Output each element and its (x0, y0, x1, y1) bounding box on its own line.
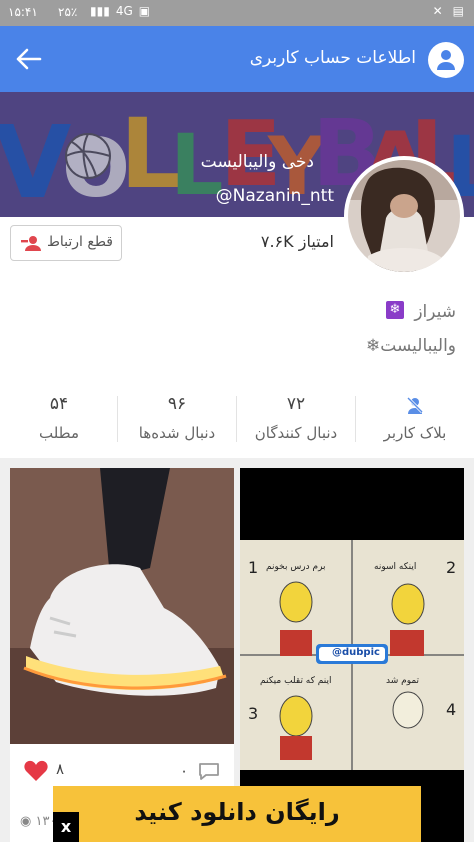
divider (236, 396, 237, 442)
score-label: امتیاز ۷.۶K (260, 232, 334, 251)
view-count-row: ◉ ۱۳۰ (20, 814, 56, 829)
heart-icon[interactable] (24, 760, 48, 786)
post-image-sneakers[interactable] (10, 468, 234, 744)
block-user-stat[interactable]: بلاک کاربر (356, 390, 474, 450)
watermark: @dubpic (332, 647, 380, 658)
ad-text: رایگان دانلود کنید (134, 798, 340, 826)
following-count: ۹۶ (167, 394, 187, 414)
user-handle: @Nazanin_ntt (215, 186, 334, 206)
comment-icon[interactable] (198, 762, 220, 784)
avatar[interactable] (344, 156, 464, 276)
user-name: دخی والیبالیست (200, 152, 314, 172)
comment-count: ۰ (180, 762, 189, 780)
city-label: شیراز (414, 302, 456, 322)
posts-count: ۵۴ (49, 394, 69, 414)
posts-label: مطلب (38, 424, 80, 442)
sim-icon: ▣ (138, 4, 151, 18)
status-right-icons: ✕ ▤ (433, 4, 464, 18)
meme-number: 2 (446, 558, 457, 577)
screen: ۱۵:۴۱ ۲۵٪ ▮▮▮ 4G ▣ ✕ ▤ اطلاعات حساب کارب… (0, 0, 474, 842)
ad-close-button[interactable]: x (53, 812, 79, 842)
snowflake-badge-icon: ❄ (386, 301, 404, 319)
post-image-meme[interactable]: برم درس بخونم اینکه اسونه اینم که تقلب م… (240, 540, 464, 770)
status-time: ۱۵:۴۱ (8, 5, 38, 19)
following-stat[interactable]: ۹۶ دنبال شده‌ها (118, 390, 236, 450)
bio-text: والیبالیست❄ (366, 336, 456, 356)
remove-user-icon (21, 235, 43, 255)
meme-caption: برم درس بخونم (266, 562, 326, 572)
meme-caption: تموم شد (386, 676, 420, 686)
app-bar: اطلاعات حساب کاربری (0, 26, 474, 92)
back-arrow-icon[interactable] (14, 46, 42, 72)
status-bar: ۱۵:۴۱ ۲۵٪ ▮▮▮ 4G ▣ ✕ ▤ (0, 0, 474, 26)
block-user-label: بلاک کاربر (383, 424, 447, 442)
account-icon (428, 42, 464, 78)
ad-banner[interactable]: رایگان دانلود کنید (53, 786, 421, 842)
meme-number: 1 (248, 558, 259, 577)
disconnect-label: قطع ارتباط (46, 234, 113, 250)
eye-icon: ◉ (20, 814, 32, 829)
meme-caption: اینکه اسونه (374, 562, 417, 572)
divider (355, 396, 356, 442)
stats-row: بلاک کاربر ۷۲ دنبال کنندگان ۹۶ دنبال شده… (0, 390, 474, 456)
followers-label: دنبال کنندگان (254, 424, 338, 442)
block-user-icon (406, 396, 424, 414)
posts-stat[interactable]: ۵۴ مطلب (0, 390, 118, 450)
network-label: 4G (115, 4, 133, 18)
page-title: اطلاعات حساب کاربری (249, 48, 416, 68)
like-count: ۸ (56, 760, 65, 778)
posts-grid: ۸ ۰ ◉ ۱۳۰ برم درس بخونم اینکه اسونه اینم… (0, 458, 474, 842)
clipboard-icon: ▤ (452, 4, 464, 18)
followers-count: ۷۲ (286, 394, 306, 414)
meme-number: 4 (446, 700, 457, 719)
status-icons: ▮▮▮ 4G ▣ (90, 4, 150, 18)
following-label: دنبال شده‌ها (138, 424, 216, 442)
signal-icon: ▮▮▮ (90, 4, 110, 18)
disconnect-button[interactable]: قطع ارتباط (10, 225, 122, 261)
meme-number: 3 (248, 704, 259, 723)
followers-stat[interactable]: ۷۲ دنبال کنندگان (237, 390, 355, 450)
meme-caption: اینم که تقلب میکنم (260, 676, 332, 686)
status-battery: ۲۵٪ (58, 5, 78, 19)
mute-icon: ✕ (432, 4, 443, 18)
